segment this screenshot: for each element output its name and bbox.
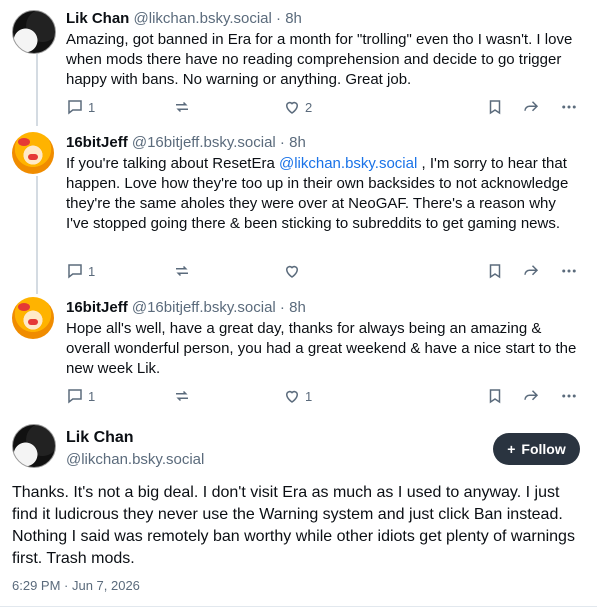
reply-icon — [68, 100, 82, 115]
bookmark-icon — [489, 264, 501, 279]
main-avatar[interactable] — [12, 424, 56, 468]
bookmark-button[interactable] — [486, 387, 504, 405]
reply-count: 1 — [88, 99, 96, 115]
like-icon — [285, 265, 299, 278]
share-icon — [524, 265, 539, 276]
author-handle[interactable]: @likchan.bsky.social — [134, 10, 272, 27]
separator: · — [275, 134, 290, 151]
reply-post[interactable]: Lik Chan @likchan.bsky.social · 8h Amazi… — [0, 10, 597, 122]
share-icon — [524, 101, 539, 112]
post-actions: 1 2 — [66, 98, 581, 118]
author-name[interactable]: 16bitJeff — [66, 134, 128, 151]
divider — [0, 606, 597, 607]
share-button[interactable] — [522, 262, 540, 280]
repost-button[interactable] — [173, 262, 191, 280]
separator: · — [271, 10, 286, 27]
like-button[interactable] — [283, 262, 301, 280]
reply-button[interactable]: 1 — [66, 387, 95, 405]
repost-button[interactable] — [173, 387, 191, 405]
more-icon — [562, 269, 576, 273]
bookmark-button[interactable] — [486, 98, 504, 116]
more-button[interactable] — [560, 98, 578, 116]
post-actions: 1 1 — [66, 387, 581, 407]
reply-icon — [68, 264, 82, 279]
reply-icon — [68, 389, 82, 404]
post-timestamp[interactable]: 6:29 PM · Jun 7, 2026 — [12, 578, 140, 593]
post-time[interactable]: 8h — [285, 10, 302, 27]
main-author-name[interactable]: Lik Chan — [66, 429, 134, 447]
bookmark-icon — [489, 100, 501, 115]
reply-post[interactable]: 16bitJeff @16bitjeff.bsky.social · 8h Ho… — [0, 297, 597, 409]
like-icon — [285, 101, 299, 114]
main-author-handle[interactable]: @likchan.bsky.social — [66, 451, 204, 468]
main-post-text: Thanks. It's not a big deal. I don't vis… — [12, 484, 575, 567]
follow-button[interactable]: + Follow — [493, 433, 580, 465]
post-time[interactable]: 8h — [289, 134, 306, 151]
repost-icon — [176, 265, 188, 277]
reply-count: 1 — [88, 388, 96, 404]
author-name[interactable]: Lik Chan — [66, 10, 129, 27]
bookmark-button[interactable] — [486, 262, 504, 280]
more-button[interactable] — [560, 262, 578, 280]
share-button[interactable] — [522, 98, 540, 116]
share-button[interactable] — [522, 387, 540, 405]
follow-label: Follow — [521, 441, 566, 457]
reply-button[interactable]: 1 — [66, 98, 95, 116]
separator: · — [275, 299, 290, 316]
reply-post[interactable]: 16bitJeff @16bitjeff.bsky.social · 8h If… — [0, 132, 597, 282]
more-button[interactable] — [560, 387, 578, 405]
post-text: If you're talking about ResetEra @likcha… — [66, 154, 581, 234]
text-before: If you're talking about ResetEra — [66, 155, 279, 172]
like-button[interactable]: 2 — [283, 98, 312, 116]
avatar[interactable] — [12, 297, 54, 339]
repost-icon — [176, 101, 188, 113]
mention-link[interactable]: @likchan.bsky.social — [279, 155, 417, 172]
bookmark-icon — [489, 389, 501, 404]
avatar[interactable] — [12, 10, 56, 54]
like-count: 1 — [305, 388, 313, 404]
reply-count: 1 — [88, 263, 96, 279]
like-button[interactable]: 1 — [283, 387, 312, 405]
repost-button[interactable] — [173, 98, 191, 116]
more-icon — [562, 105, 576, 109]
post-text: Hope all's well, have a great day, thank… — [66, 320, 577, 377]
like-icon — [285, 390, 299, 403]
author-handle[interactable]: @16bitjeff.bsky.social — [132, 134, 276, 151]
plus-icon: + — [507, 441, 516, 457]
post-text: Amazing, got banned in Era for a month f… — [66, 31, 573, 88]
share-icon — [524, 390, 539, 401]
author-handle[interactable]: @16bitjeff.bsky.social — [132, 299, 276, 316]
like-count: 2 — [305, 99, 313, 115]
more-icon — [562, 394, 576, 398]
post-time[interactable]: 8h — [289, 299, 306, 316]
reply-button[interactable]: 1 — [66, 262, 95, 280]
post-actions: 1 — [66, 262, 581, 282]
author-name[interactable]: 16bitJeff — [66, 299, 128, 316]
avatar[interactable] — [12, 132, 54, 174]
repost-icon — [176, 390, 188, 402]
